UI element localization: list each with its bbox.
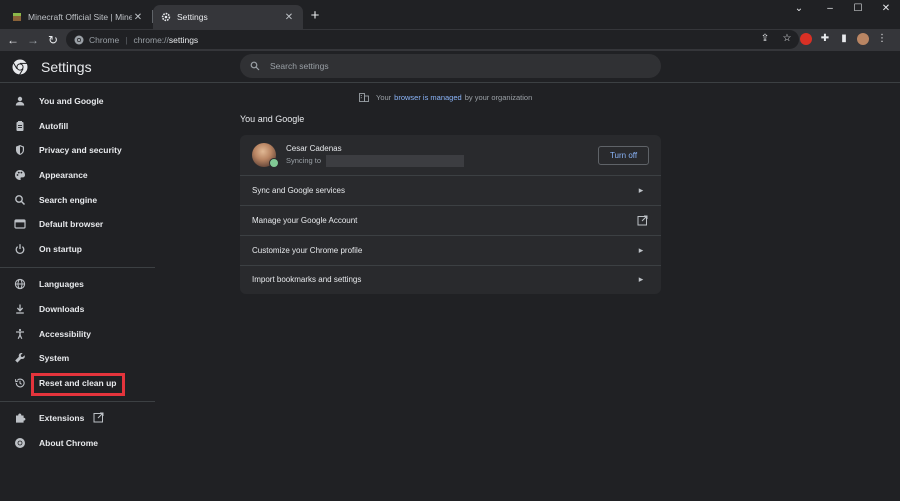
extension-red-icon[interactable] bbox=[800, 33, 812, 45]
tab-title: Settings bbox=[177, 12, 208, 22]
minecraft-icon bbox=[13, 13, 21, 21]
history-icon bbox=[14, 377, 26, 389]
managed-link[interactable]: browser is managed bbox=[394, 93, 462, 102]
puzzle-icon[interactable]: ✚ bbox=[819, 33, 831, 45]
settings-sidebar: You and Google Autofill Privacy and secu… bbox=[0, 84, 155, 501]
profile-name: Cesar Cadenas bbox=[286, 144, 342, 153]
tab-minecraft[interactable]: Minecraft Official Site | Minecraft ✕ bbox=[4, 5, 152, 29]
profile-sync-text: Syncing to bbox=[286, 156, 322, 165]
external-link-icon bbox=[93, 412, 104, 423]
search-settings-input[interactable]: Search settings bbox=[240, 54, 661, 78]
sidebar-item-appearance[interactable]: Appearance bbox=[0, 163, 155, 187]
minimize-icon[interactable]: – bbox=[815, 1, 845, 17]
shield-icon bbox=[14, 144, 26, 156]
puzzle-icon bbox=[14, 412, 26, 424]
accessibility-icon bbox=[14, 328, 26, 340]
sidebar-item-system[interactable]: System bbox=[0, 346, 155, 370]
chrome-icon bbox=[74, 35, 84, 44]
sidebar-item-default-browser[interactable]: Default browser bbox=[0, 212, 155, 236]
chevron-right-icon: ▸ bbox=[638, 274, 644, 284]
sidebar-divider bbox=[0, 401, 155, 402]
settings-header: Settings Search settings bbox=[0, 51, 900, 83]
back-arrow-icon[interactable]: ← bbox=[5, 32, 21, 48]
profile-row: Cesar Cadenas Syncing to Turn off bbox=[240, 135, 661, 176]
sidebar-item-accessibility[interactable]: Accessibility bbox=[0, 322, 155, 346]
omnibox-path: settings bbox=[168, 34, 199, 45]
sidebar-item-on-startup[interactable]: On startup bbox=[0, 237, 155, 261]
window-close-icon[interactable]: ✕ bbox=[871, 1, 900, 17]
clipboard-icon bbox=[14, 120, 26, 132]
search-icon bbox=[14, 194, 26, 206]
section-title: You and Google bbox=[240, 114, 305, 124]
side-panel-icon[interactable]: ▮ bbox=[838, 33, 850, 45]
you-and-google-card: Cesar Cadenas Syncing to Turn off Sync a… bbox=[240, 135, 661, 294]
page-title: Settings bbox=[41, 59, 92, 75]
globe-icon bbox=[14, 278, 26, 290]
browser-icon bbox=[14, 218, 26, 230]
highlight-annotation-box bbox=[31, 373, 125, 396]
row-customize-chrome-profile[interactable]: Customize your Chrome profile ▸ bbox=[240, 236, 661, 266]
sidebar-item-about-chrome[interactable]: About Chrome bbox=[0, 431, 155, 455]
gear-icon bbox=[161, 12, 171, 22]
extension-icons: ✚ ▮ ⋮ bbox=[800, 33, 888, 45]
new-tab-button[interactable]: + bbox=[308, 8, 322, 24]
sidebar-item-you-and-google[interactable]: You and Google bbox=[0, 89, 155, 113]
building-icon bbox=[359, 93, 369, 102]
share-icon[interactable]: ⇪ bbox=[759, 33, 771, 45]
sidebar-item-downloads[interactable]: Downloads bbox=[0, 297, 155, 321]
sidebar-item-extensions[interactable]: Extensions bbox=[0, 406, 155, 430]
power-icon bbox=[14, 243, 26, 255]
row-manage-google-account[interactable]: Manage your Google Account bbox=[240, 206, 661, 236]
menu-kebab-icon[interactable]: ⋮ bbox=[876, 33, 888, 45]
wrench-icon bbox=[14, 352, 26, 364]
chrome-logo-icon bbox=[12, 59, 28, 75]
search-icon bbox=[250, 61, 260, 71]
row-sync-and-google-services[interactable]: Sync and Google services ▸ bbox=[240, 176, 661, 206]
sidebar-item-search-engine[interactable]: Search engine bbox=[0, 188, 155, 212]
managed-notice: Your browser is managed by your organiza… bbox=[359, 93, 532, 102]
chevron-right-icon: ▸ bbox=[638, 185, 644, 195]
browser-toolbar: ← → ↻ Chrome | chrome:// settings ⇪ ☆ ✚ … bbox=[0, 29, 900, 51]
omnibox-scheme: chrome:// bbox=[133, 34, 169, 45]
managed-suffix: by your organization bbox=[464, 93, 533, 102]
sidebar-divider bbox=[0, 267, 155, 268]
omnibox-actions: ⇪ ☆ bbox=[759, 33, 793, 45]
chrome-icon bbox=[14, 437, 26, 449]
tab-title: Minecraft Official Site | Minecraft bbox=[28, 12, 132, 22]
reload-icon[interactable]: ↻ bbox=[45, 32, 61, 48]
turn-off-sync-button[interactable]: Turn off bbox=[598, 146, 649, 165]
tab-search-chevron-icon[interactable]: ⌄ bbox=[784, 1, 814, 17]
omnibox-chip: Chrome bbox=[89, 34, 120, 45]
bookmark-star-icon[interactable]: ☆ bbox=[781, 33, 793, 45]
sidebar-item-autofill[interactable]: Autofill bbox=[0, 114, 155, 138]
address-bar[interactable]: Chrome | chrome:// settings ⇪ ☆ bbox=[66, 30, 799, 49]
tab-strip: Minecraft Official Site | Minecraft ✕ Se… bbox=[0, 0, 900, 29]
omnibox-separator: | bbox=[125, 34, 128, 45]
forward-arrow-icon[interactable]: → bbox=[25, 32, 41, 48]
person-icon bbox=[14, 95, 26, 107]
tab-settings[interactable]: Settings ✕ bbox=[153, 5, 303, 29]
profile-avatar-icon[interactable] bbox=[857, 33, 869, 45]
sidebar-item-privacy[interactable]: Privacy and security bbox=[0, 138, 155, 162]
close-icon[interactable]: ✕ bbox=[132, 12, 144, 23]
search-placeholder: Search settings bbox=[270, 61, 329, 71]
close-icon[interactable]: ✕ bbox=[283, 12, 295, 23]
managed-prefix: Your bbox=[376, 93, 392, 102]
download-icon bbox=[14, 303, 26, 315]
redacted-email bbox=[326, 155, 464, 167]
sync-icon bbox=[269, 158, 279, 168]
palette-icon bbox=[14, 169, 26, 181]
sidebar-item-languages[interactable]: Languages bbox=[0, 272, 155, 296]
maximize-icon[interactable]: ☐ bbox=[843, 1, 873, 17]
external-link-icon bbox=[637, 215, 648, 226]
row-import-bookmarks[interactable]: Import bookmarks and settings ▸ bbox=[240, 265, 661, 295]
chevron-right-icon: ▸ bbox=[638, 245, 644, 255]
